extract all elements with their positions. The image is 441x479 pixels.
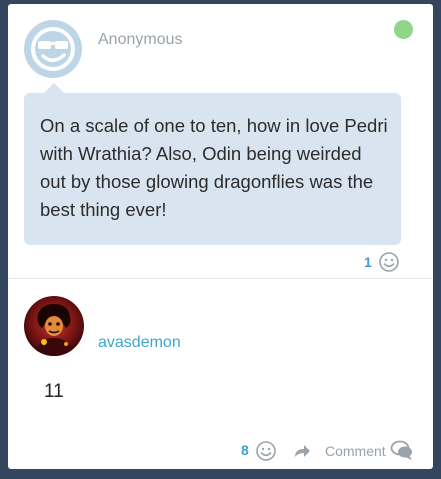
bubble-arrow: [44, 83, 64, 93]
online-status-dot: [394, 20, 413, 39]
asker-name: Anonymous: [98, 31, 183, 48]
comment-button[interactable]: Comment: [325, 443, 386, 459]
speech-bubble-icon[interactable]: [390, 439, 414, 466]
question-like-count: 1: [364, 254, 372, 270]
divider: [8, 278, 433, 279]
answerer-avatar[interactable]: [24, 296, 84, 356]
question-bubble: On a scale of one to ten, how in love Pe…: [24, 93, 401, 245]
smiley-icon[interactable]: [255, 440, 277, 467]
smiley-icon[interactable]: [378, 251, 400, 278]
answer-text: 11: [44, 381, 64, 402]
share-arrow-icon[interactable]: [292, 441, 312, 466]
ask-card: Anonymous On a scale of one to ten, how …: [8, 4, 433, 469]
answerer-name-link[interactable]: avasdemon: [98, 334, 181, 352]
anonymous-avatar-icon: [24, 20, 82, 78]
question-text: On a scale of one to ten, how in love Pe…: [40, 115, 388, 220]
answer-like-count: 8: [241, 442, 249, 458]
